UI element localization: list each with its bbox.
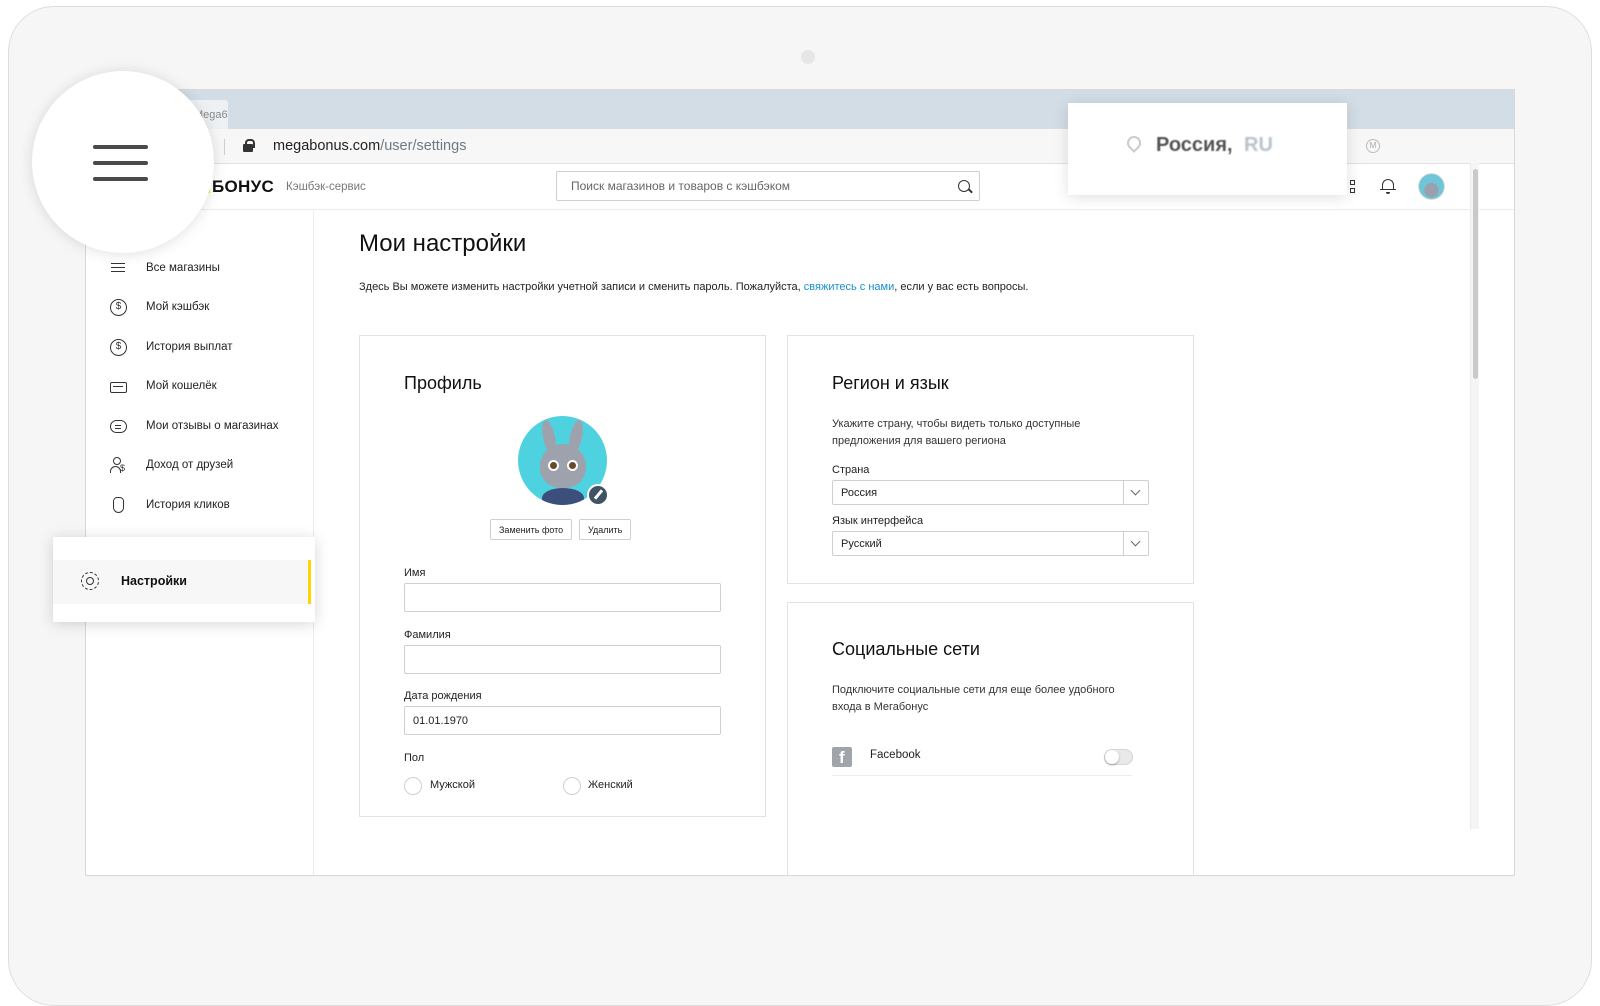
sidebar-item-friends-income[interactable]: Доход от друзей [110,455,310,475]
region-hint: Укажите страну, чтобы видеть только дост… [832,418,1081,447]
country-select[interactable]: Россия [832,480,1149,505]
first-name-label: Имя [404,567,426,579]
bunny-eye-right [567,460,578,471]
language-select[interactable]: Русский [832,531,1149,556]
facebook-label: Facebook [870,749,921,761]
social-hint: Подключите социальные сети для еще более… [832,684,1115,713]
bunny-body [542,488,584,505]
user-avatar[interactable] [1418,173,1445,200]
logo[interactable]: БОНУС [204,177,274,197]
language-label: Язык интерфейса [832,515,924,527]
sidebar-item-payout-history[interactable]: $ История выплат [110,337,310,357]
sidebar-item-all-stores[interactable]: Все магазины [110,258,310,278]
scrollbar-thumb[interactable] [1473,169,1478,379]
sidebar-item-label: История кликов [146,499,230,511]
gender-male-label: Мужской [430,779,475,791]
sidebar-item-label: Доход от друзей [146,459,234,471]
last-name-label: Фамилия [404,629,451,641]
friends-income-icon [110,456,127,474]
gender-female-radio[interactable] [563,777,581,795]
hamburger-menu-icon[interactable] [88,140,158,188]
edit-photo-icon[interactable] [587,484,609,506]
chevron-down-icon [1123,532,1148,555]
dollar-history-icon: $ [110,338,127,356]
address-divider [224,139,225,155]
sidebar-item-click-history[interactable]: История кликов [110,495,310,515]
profile-title: Профиль [404,373,482,393]
country-select-value: Россия [841,487,878,499]
gear-icon [81,572,99,590]
country-label: Страна [832,464,870,476]
sidebar-item-label: Все магазины [146,262,220,274]
page-description: Здесь Вы можете изменить настройки учетн… [359,281,1028,293]
search-icon[interactable] [958,180,970,192]
social-card: Социальные сети Подключите социальные се… [787,602,1194,875]
facebook-toggle[interactable] [1104,749,1133,765]
sidebar-item-wallet[interactable]: Мой кошелёк [110,376,310,396]
sidebar-item-reviews[interactable]: Мои отзывы о магазинах [110,416,310,436]
last-name-field[interactable] [404,645,721,674]
sidebar-item-label: Настройки [121,574,187,588]
logo-subtitle: Кэшбэк-сервис [286,181,366,193]
facebook-icon [832,747,852,768]
sidebar-item-my-cashback[interactable]: $ Мой кэшбэк [110,297,310,317]
location-code: RU [1244,134,1273,156]
url-path: /user/settings [380,138,467,154]
list-icon [110,260,127,277]
bell-icon[interactable] [1380,178,1396,194]
lock-icon [243,139,255,153]
desc-text-end: , если у вас есть вопросы. [894,281,1029,293]
chevron-down-icon [1123,481,1148,504]
settings-zoom-callout: Настройки [53,537,315,622]
birth-date-label: Дата рождения [404,690,482,702]
location-popover[interactable]: Россия, RU [1068,103,1347,195]
wallet-icon [110,381,127,393]
bunny-face [540,444,586,488]
gender-label: Пол [404,752,425,764]
sidebar-item-label: История выплат [146,341,233,353]
desc-text-start: Здесь Вы можете изменить настройки учетн… [359,281,804,293]
reviews-icon [110,419,127,433]
social-title: Социальные сети [832,639,980,659]
gender-female-label: Женский [588,779,633,791]
region-card: Регион и язык Укажите страну, чтобы виде… [787,335,1194,584]
camera-dot [801,50,815,64]
logo-text: БОНУС [212,177,275,196]
extension-icon[interactable]: M [1366,139,1380,153]
sidebar-item-settings[interactable]: Настройки [53,560,311,604]
birth-date-field[interactable] [404,706,721,735]
browser-window: Mega6 megabonus.com/user/settings M БОНУ… [86,90,1514,875]
first-name-field[interactable] [404,583,721,612]
bunny-eye-left [548,460,559,471]
delete-photo-button[interactable]: Удалить [579,519,632,540]
language-select-value: Русский [841,538,882,550]
region-title: Регион и язык [832,373,949,393]
divider [832,775,1132,776]
scrollbar[interactable] [1470,163,1479,829]
sidebar-item-label: Мой кэшбэк [146,301,210,313]
gender-male-radio[interactable] [404,777,422,795]
location-pin-icon [1124,133,1144,153]
contact-us-link[interactable]: свяжитесь с нами [804,281,894,293]
url-host: megabonus.com [273,138,381,154]
url-text[interactable]: megabonus.com/user/settings [273,138,466,154]
click-history-icon [113,497,124,513]
sidebar-item-label: Мой кошелёк [146,380,217,392]
location-country: Россия, [1156,134,1233,156]
search-box [556,171,980,201]
profile-card: Профиль Заменить фото Удалить Имя Фамили… [359,335,766,817]
change-photo-button[interactable]: Заменить фото [490,519,573,540]
sidebar-item-label: Мои отзывы о магазинах [146,420,279,432]
dollar-circle-icon: $ [110,298,127,316]
main-content: Мои настройки Здесь Вы можете изменить н… [314,210,1494,875]
page-title: Мои настройки [359,230,527,257]
search-input[interactable] [557,172,979,200]
